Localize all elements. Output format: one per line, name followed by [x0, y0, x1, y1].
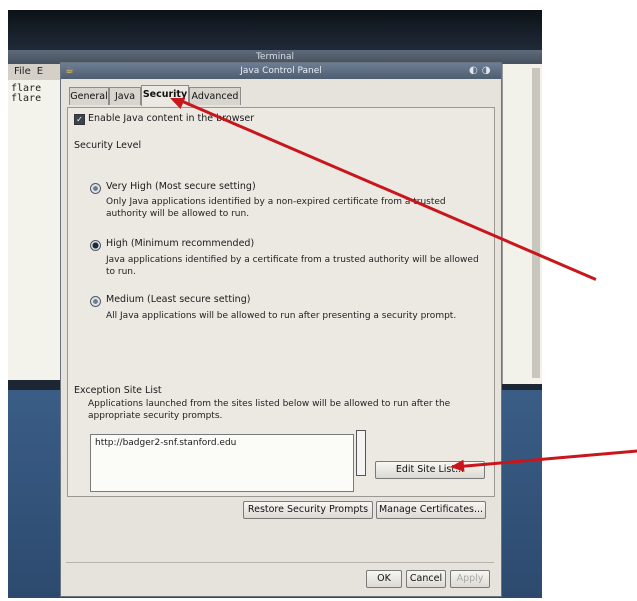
- site-list-item[interactable]: http://badger2-snf.stanford.edu: [95, 438, 236, 448]
- site-list-scrollbar[interactable]: [356, 430, 366, 476]
- exception-desc-line: Applications launched from the sites lis…: [88, 399, 451, 409]
- tab-general[interactable]: General: [69, 87, 109, 105]
- high-radio[interactable]: [90, 240, 101, 251]
- tab-advanced[interactable]: Advanced: [189, 87, 241, 105]
- high-label: High (Minimum recommended): [106, 238, 255, 249]
- manage-certificates-button[interactable]: Manage Certificates...: [376, 501, 486, 519]
- apply-button[interactable]: Apply: [450, 570, 490, 588]
- button-row-divider: [66, 562, 494, 563]
- very-high-radio[interactable]: [90, 183, 101, 194]
- photo-frame: Terminal File E flare flare Java Control …: [8, 10, 542, 598]
- terminal-scrollbar[interactable]: [532, 68, 540, 378]
- very-high-desc-line: Only Java applications identified by a n…: [106, 197, 446, 207]
- security-level-heading: Security Level: [74, 140, 142, 151]
- java-icon: ☕: [65, 65, 74, 76]
- medium-description: All Java applications will be allowed to…: [106, 310, 456, 322]
- enable-java-checkbox[interactable]: ✓: [74, 114, 85, 125]
- terminal-menu-file[interactable]: File: [8, 66, 31, 77]
- medium-label: Medium (Least secure setting): [106, 294, 251, 305]
- exception-site-list[interactable]: http://badger2-snf.stanford.edu: [90, 434, 354, 492]
- desktop-background-top: [8, 10, 542, 50]
- medium-radio[interactable]: [90, 296, 101, 307]
- exception-site-list-heading: Exception Site List: [74, 385, 162, 396]
- high-description: Java applications identified by a certif…: [106, 254, 479, 278]
- window-controls-icon[interactable]: ◐◑: [469, 65, 499, 77]
- cancel-button[interactable]: Cancel: [406, 570, 446, 588]
- dialog-titlebar[interactable]: Java Control Panel: [61, 63, 501, 79]
- very-high-description: Only Java applications identified by a n…: [106, 196, 446, 220]
- terminal-menu-edit[interactable]: E: [31, 66, 43, 77]
- medium-desc-line: All Java applications will be allowed to…: [106, 311, 457, 321]
- very-high-label: Very High (Most secure setting): [106, 181, 256, 192]
- high-desc-line: to run.: [106, 267, 136, 277]
- exception-site-list-description: Applications launched from the sites lis…: [88, 398, 450, 422]
- tab-java[interactable]: Java: [109, 87, 141, 105]
- exception-desc-line: appropriate security prompts.: [88, 411, 223, 421]
- high-desc-line: Java applications identified by a certif…: [106, 255, 479, 265]
- arrow-head-icon: [449, 459, 465, 473]
- very-high-desc-line: authority will be allowed to run.: [106, 209, 250, 219]
- restore-security-prompts-button[interactable]: Restore Security Prompts: [243, 501, 373, 519]
- ok-button[interactable]: OK: [366, 570, 402, 588]
